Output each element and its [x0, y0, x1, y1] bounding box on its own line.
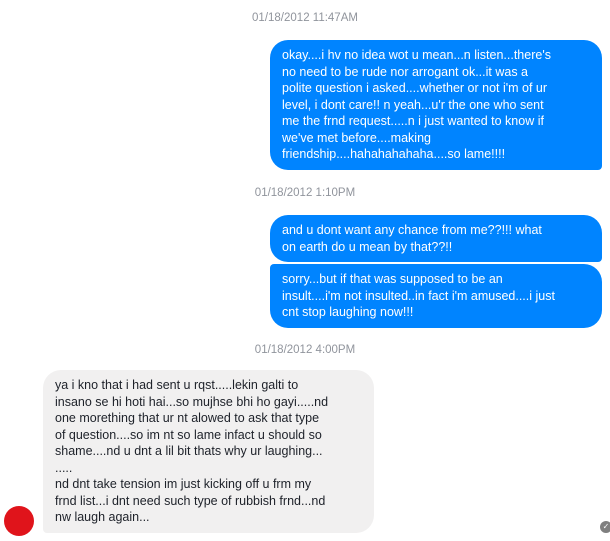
message-bubble-outgoing[interactable]: okay....i hv no idea wot u mean...n list…: [270, 40, 602, 170]
timestamp: 01/18/2012 11:47AM: [252, 12, 358, 24]
timestamp: 01/18/2012 1:10PM: [254, 187, 356, 199]
seen-indicator-icon: ✓: [600, 521, 610, 533]
message-bubble-incoming[interactable]: ya i kno that i had sent u rqst.....leki…: [43, 370, 374, 533]
message-bubble-outgoing[interactable]: sorry...but if that was supposed to be a…: [270, 264, 602, 328]
user-avatar[interactable]: [4, 506, 34, 536]
timestamp: 01/18/2012 4:00PM: [254, 344, 356, 356]
message-bubble-outgoing[interactable]: and u dont want any chance from me??!!! …: [270, 215, 602, 262]
